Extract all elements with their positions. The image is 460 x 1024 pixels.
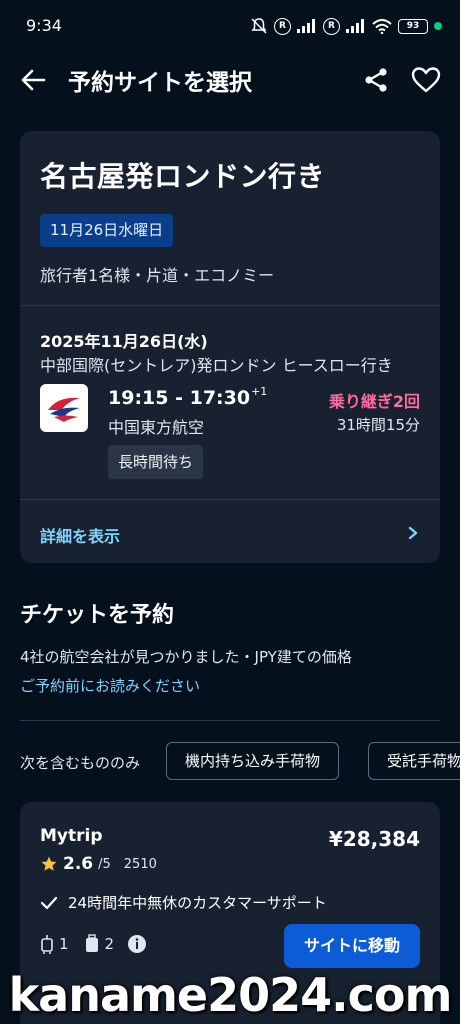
- page-title: 予約サイトを選択: [68, 70, 252, 96]
- privacy-dot-icon: [434, 22, 442, 30]
- status-icons: R R 93: [250, 14, 442, 38]
- travelers-info: 旅行者1名様・片道・エコノミー: [40, 266, 275, 285]
- offer-price: ¥28,384: [328, 827, 420, 851]
- support-feature: 24時間年中無休のカスタマーサポート: [40, 892, 327, 913]
- airline-name: 中国東方航空: [108, 418, 205, 437]
- china-eastern-logo-icon: [48, 397, 80, 422]
- show-details-link[interactable]: 詳細を表示: [40, 523, 120, 547]
- watermark-text: kaname2024.com: [8, 968, 453, 1022]
- stops-count: 乗り継ぎ2回: [328, 392, 420, 411]
- divider: [20, 499, 440, 500]
- support-feature-text: 24時間年中無休のカスタマーサポート: [68, 894, 327, 912]
- long-layover-tag: 長時間待ち: [108, 445, 204, 479]
- flight-date: 2025年11月26日(水): [40, 332, 208, 351]
- divider: [20, 305, 440, 306]
- top-bar: 予約サイトを選択: [0, 54, 460, 106]
- read-before-booking-link[interactable]: ご予約前にお読みください: [20, 675, 200, 696]
- review-count: 2510: [123, 856, 157, 872]
- rating-value: 2.6: [63, 854, 94, 874]
- day-offset: +1: [251, 385, 268, 398]
- airline-logo: [40, 384, 88, 432]
- flight-route: 中部国際(セントレア)発ロンドン ヒースロー行き: [40, 356, 393, 375]
- provider-name: Mytrip: [40, 826, 103, 846]
- roaming-r-icon: R: [274, 17, 291, 35]
- section-title: チケットを予約: [20, 603, 175, 628]
- checked-bag-icon: [85, 934, 98, 952]
- battery-icon: 93: [398, 18, 428, 34]
- status-time: 9:34: [26, 16, 62, 35]
- divider: [20, 720, 440, 721]
- back-arrow-icon[interactable]: [18, 64, 50, 96]
- date-badge: 11月26日水曜日: [40, 214, 174, 247]
- chevron-right-icon[interactable]: [404, 523, 422, 543]
- rating-scale: /5: [98, 856, 111, 872]
- checkmark-icon: [40, 896, 58, 909]
- flight-duration: 31時間15分: [336, 416, 420, 434]
- flight-summary-card: 名古屋発ロンドン行き 11月26日水曜日 旅行者1名様・片道・エコノミー 202…: [20, 131, 440, 563]
- signal-icon: [297, 19, 315, 33]
- filter-label: 次を含むもののみ: [20, 754, 141, 772]
- departure-arrival-times: 19:15 - 17:30: [108, 387, 251, 409]
- provider-rating: 2.6 /5 2510: [40, 854, 157, 874]
- star-icon: [41, 856, 57, 871]
- checked-bag-count: 2: [104, 935, 115, 953]
- route-title: 名古屋発ロンドン行き: [40, 160, 326, 193]
- roaming-r-icon-2: R: [323, 17, 340, 35]
- cabin-bag-count: 1: [59, 935, 69, 953]
- cabin-bag-icon: [41, 935, 53, 954]
- share-icon[interactable]: [360, 64, 392, 96]
- favorite-heart-icon[interactable]: [410, 64, 442, 96]
- mute-bell-icon: [251, 18, 267, 34]
- status-bar: 9:34 R R 93: [0, 0, 460, 54]
- signal-icon-2: [346, 19, 364, 33]
- filter-chip-cabin-bag[interactable]: 機内持ち込み手荷物: [166, 742, 340, 780]
- go-to-site-button[interactable]: サイトに移動: [283, 924, 420, 968]
- filter-chip-checked-bag[interactable]: 受託手荷物: [368, 742, 460, 780]
- wifi-icon: [372, 18, 392, 34]
- results-info: 4社の航空会社が見つかりました・JPY建ての価格: [20, 648, 352, 666]
- baggage-info: 1 2: [40, 934, 147, 954]
- info-icon[interactable]: [127, 934, 147, 954]
- flight-times: 19:15 - 17:30+1: [108, 385, 268, 409]
